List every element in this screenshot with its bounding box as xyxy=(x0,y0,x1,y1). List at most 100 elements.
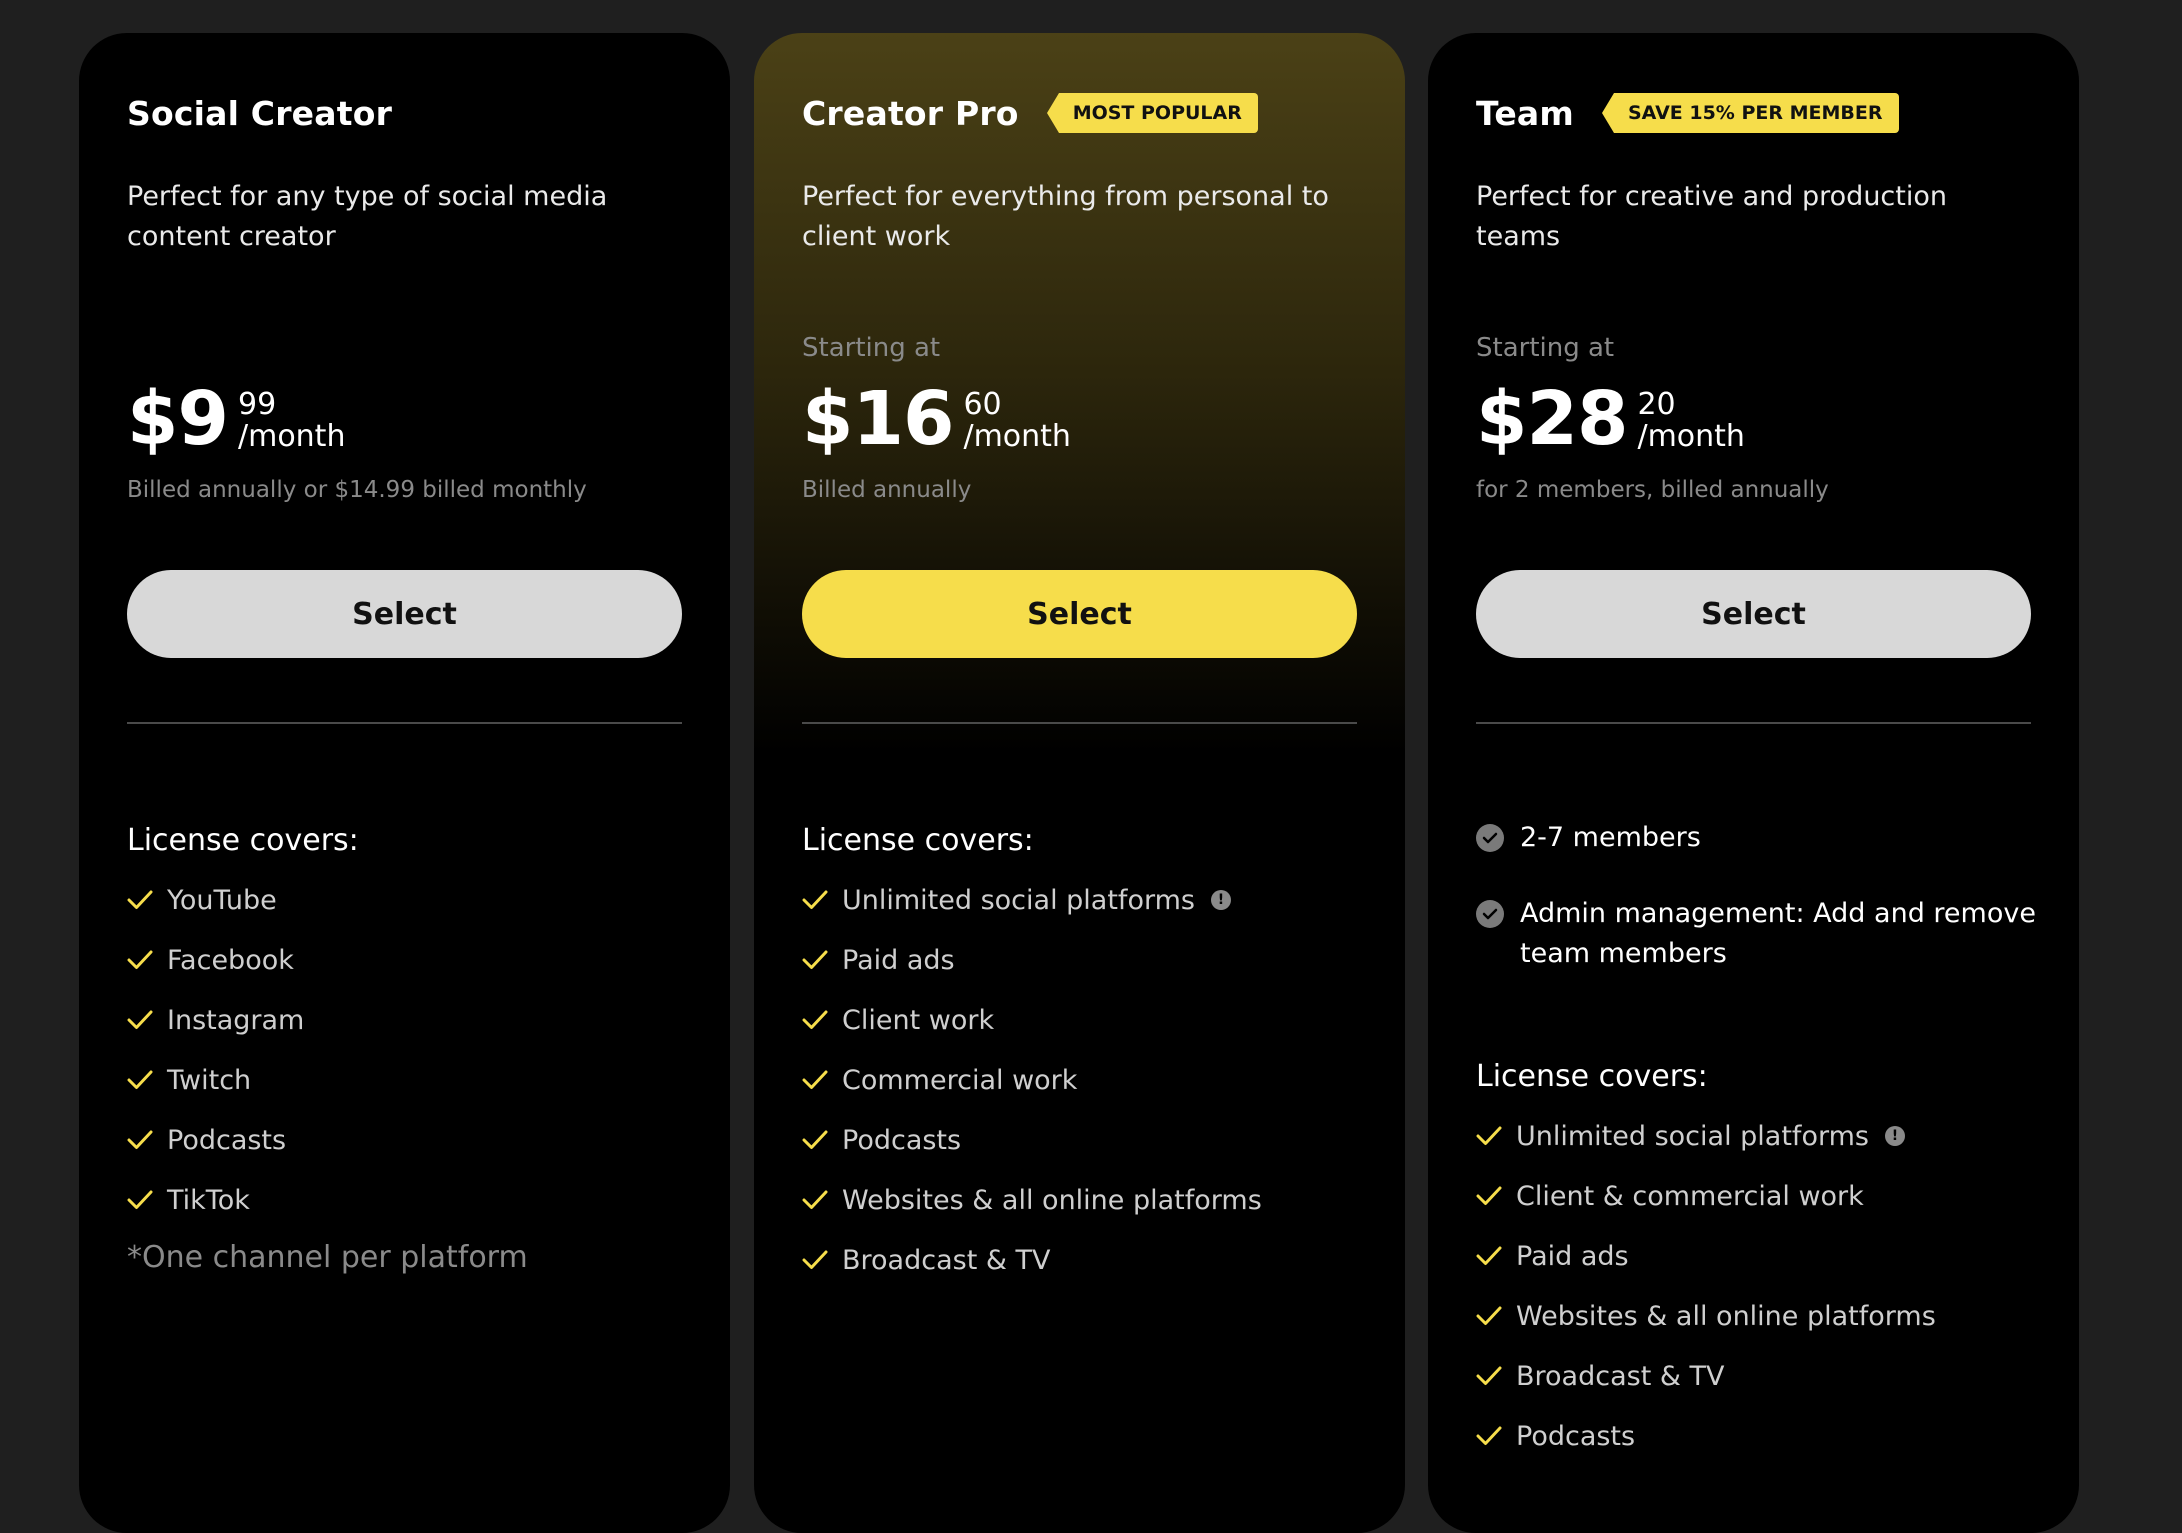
select-button[interactable]: Select xyxy=(1476,570,2031,658)
license-title: License covers: xyxy=(127,823,359,858)
plan-card-team: Team SAVE 15% PER MEMBER Perfect for cre… xyxy=(1428,33,2079,1533)
feature-item: Client work xyxy=(802,1000,1362,1040)
plan-title-row: Creator Pro MOST POPULAR xyxy=(802,91,1258,135)
feature-label: Podcasts xyxy=(842,1124,962,1156)
check-icon xyxy=(802,1070,828,1089)
feature-item: Websites & all online platforms xyxy=(1476,1296,2036,1336)
feature-item: YouTube xyxy=(127,880,687,920)
feature-label: TikTok xyxy=(167,1184,250,1216)
feature-item: Paid ads xyxy=(1476,1236,2036,1276)
price-period: /month xyxy=(963,419,1071,454)
check-icon xyxy=(802,1190,828,1209)
plan-title: Team xyxy=(1476,93,1574,133)
feature-item: TikTok xyxy=(127,1180,687,1220)
check-icon xyxy=(1476,1246,1502,1265)
plan-description: Perfect for creative and production team… xyxy=(1476,181,1947,252)
price-period: /month xyxy=(237,419,346,454)
feature-label: Websites & all online platforms xyxy=(1516,1300,1936,1332)
plan-title-row: Team SAVE 15% PER MEMBER xyxy=(1476,91,1899,135)
price-fraction: 20 /month xyxy=(1637,381,1744,453)
divider xyxy=(127,722,682,724)
starting-at-label: Starting at xyxy=(802,333,941,363)
member-feature-item: Admin management: Add and remove team me… xyxy=(1476,894,2036,974)
check-icon xyxy=(127,1070,153,1089)
billing-note: Billed annually or $14.99 billed monthly xyxy=(127,477,587,503)
check-icon xyxy=(802,1130,828,1149)
check-icon xyxy=(1476,1126,1502,1145)
check-icon xyxy=(802,1010,828,1029)
starting-at-label: Starting at xyxy=(1476,333,1615,363)
plan-title-row: Social Creator xyxy=(127,91,392,135)
feature-label: Paid ads xyxy=(842,944,955,976)
feature-label: Broadcast & TV xyxy=(842,1244,1051,1276)
feature-label: YouTube xyxy=(167,884,277,916)
price-period: /month xyxy=(1637,419,1745,454)
check-icon xyxy=(802,1250,828,1269)
most-popular-badge: MOST POPULAR xyxy=(1046,93,1258,133)
feature-item: Broadcast & TV xyxy=(1476,1356,2036,1396)
plan-description: Perfect for everything from personal to … xyxy=(802,181,1329,252)
license-section: License covers: Unlimited social platfor… xyxy=(802,823,1362,1300)
member-feature-label: 2-7 members xyxy=(1520,822,1701,853)
feature-item: Facebook xyxy=(127,940,687,980)
feature-label: Paid ads xyxy=(1516,1240,1629,1272)
price-cents: 60 xyxy=(963,387,1002,422)
price-cents: 20 xyxy=(1637,387,1676,422)
feature-label: Facebook xyxy=(167,944,294,976)
plan-description: Perfect for any type of social media con… xyxy=(127,181,608,252)
check-circle-icon xyxy=(1476,900,1504,928)
check-icon xyxy=(802,950,828,969)
plan-price: $9 99 /month xyxy=(127,381,345,457)
license-section: License covers: YouTube Facebook Instagr… xyxy=(127,823,687,1275)
feature-item: Broadcast & TV xyxy=(802,1240,1362,1280)
check-icon xyxy=(127,1190,153,1209)
plan-card-creator-pro: Creator Pro MOST POPULAR Perfect for eve… xyxy=(754,33,1405,1533)
license-title: License covers: xyxy=(802,823,1034,858)
feature-item: Client & commercial work xyxy=(1476,1176,2036,1216)
select-button[interactable]: Select xyxy=(127,570,682,658)
feature-label: Podcasts xyxy=(167,1124,287,1156)
info-icon[interactable]: ! xyxy=(1210,890,1231,910)
feature-item: Unlimited social platforms ! xyxy=(802,880,1362,920)
feature-item: Paid ads xyxy=(802,940,1362,980)
feature-label: Websites & all online platforms xyxy=(842,1184,1262,1216)
check-icon xyxy=(127,1130,153,1149)
plan-title: Creator Pro xyxy=(802,93,1019,133)
check-icon xyxy=(1476,1366,1502,1385)
feature-label: Commercial work xyxy=(842,1064,1078,1096)
check-circle-icon xyxy=(1476,824,1504,852)
billing-note: Billed annually xyxy=(802,477,972,503)
plan-price: $16 60 /month xyxy=(802,381,1071,457)
price-fraction: 60 /month xyxy=(963,381,1070,453)
feature-item: Podcasts xyxy=(1476,1416,2036,1456)
feature-item: Websites & all online platforms xyxy=(802,1180,1362,1220)
license-footnote: *One channel per platform xyxy=(127,1240,528,1275)
feature-label: Client work xyxy=(842,1004,995,1036)
team-member-features: 2-7 members Admin management: Add and re… xyxy=(1476,818,2036,1010)
check-icon xyxy=(127,890,153,909)
feature-label: Instagram xyxy=(167,1004,305,1036)
savings-badge: SAVE 15% PER MEMBER xyxy=(1601,93,1899,133)
price-whole: $9 xyxy=(127,376,229,462)
feature-label: Client & commercial work xyxy=(1516,1180,1864,1212)
plan-price: $28 20 /month xyxy=(1476,381,1745,457)
feature-label: Unlimited social platforms xyxy=(1516,1120,1869,1152)
feature-label: Unlimited social platforms xyxy=(842,884,1195,916)
price-cents: 99 xyxy=(237,387,277,422)
feature-item: Podcasts xyxy=(127,1120,687,1160)
feature-item: Unlimited social platforms ! xyxy=(1476,1116,2036,1156)
select-button[interactable]: Select xyxy=(802,570,1357,658)
check-icon xyxy=(127,950,153,969)
info-icon[interactable]: ! xyxy=(1884,1126,1905,1146)
member-feature-item: 2-7 members xyxy=(1476,818,2036,858)
price-whole: $16 xyxy=(802,376,954,462)
price-fraction: 99 /month xyxy=(238,381,345,453)
license-section: License covers: Unlimited social platfor… xyxy=(1476,1059,2036,1476)
plan-title: Social Creator xyxy=(127,93,393,133)
divider xyxy=(802,722,1357,724)
feature-label: Twitch xyxy=(167,1064,252,1096)
member-feature-label: Admin management: Add and remove team me… xyxy=(1520,898,2036,969)
price-whole: $28 xyxy=(1476,376,1628,462)
check-icon xyxy=(1476,1426,1502,1445)
check-icon xyxy=(802,890,828,909)
